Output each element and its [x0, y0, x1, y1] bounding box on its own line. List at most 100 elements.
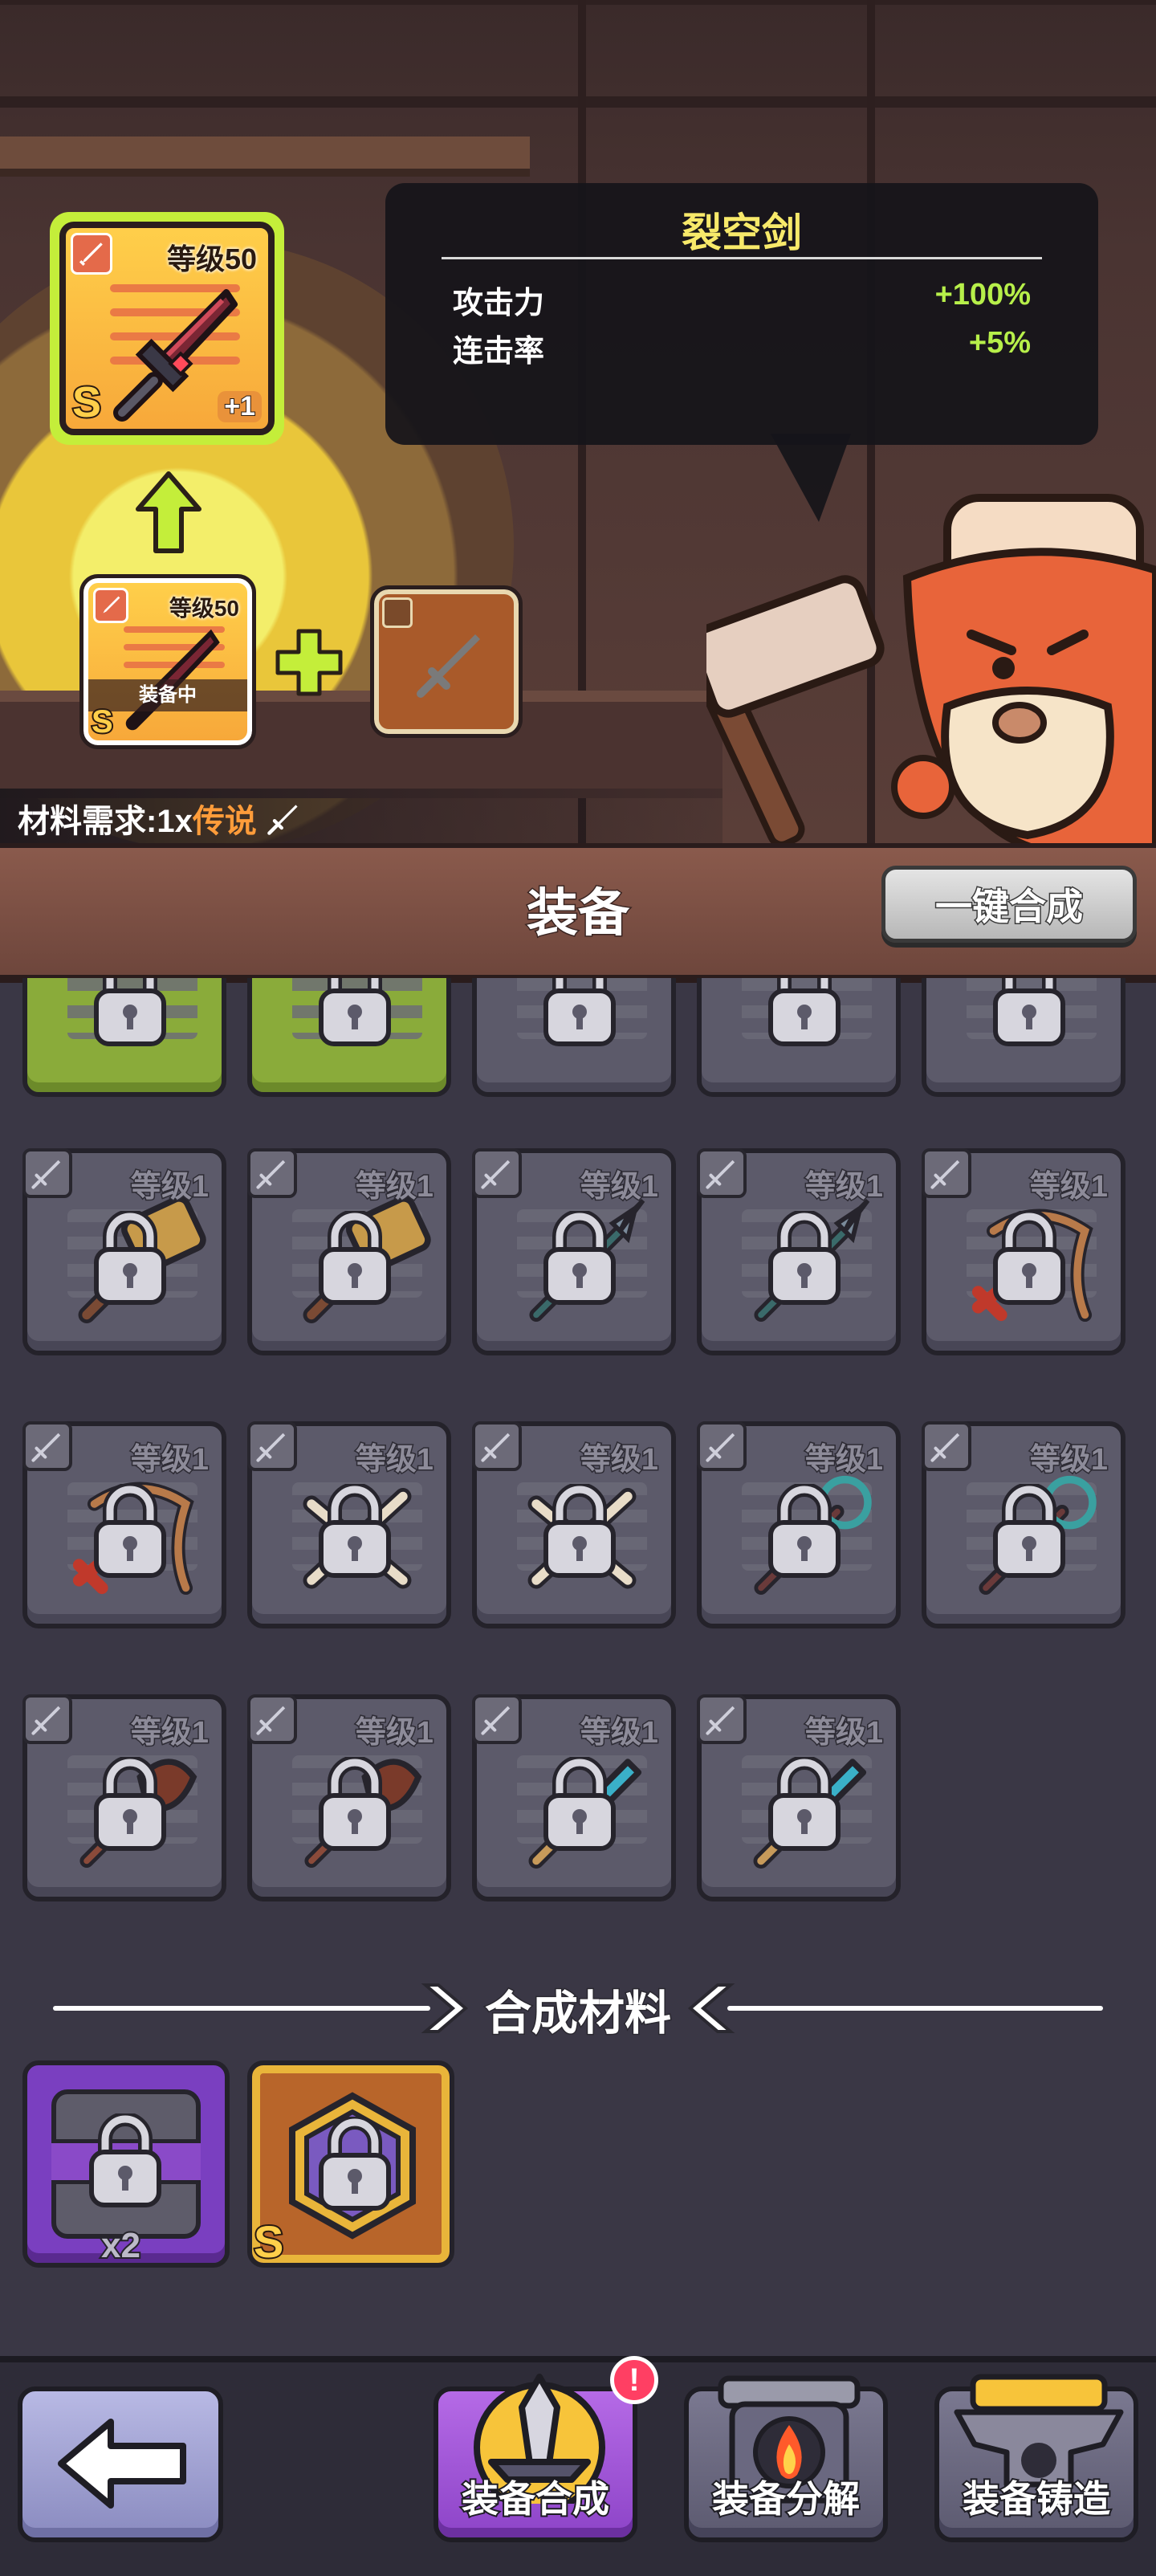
stat-row: 连击率 +5% [453, 326, 1031, 370]
lock-icon [543, 978, 616, 1046]
slot-level: 等级1 [129, 1715, 210, 1751]
lock-icon [94, 1211, 166, 1305]
item-tooltip: 裂空剑 攻击力 +100% 连击率 +5% [385, 183, 1098, 445]
stat-label: 攻击力 [453, 287, 545, 320]
weapon-type-icon [697, 1694, 747, 1744]
shelf [0, 137, 530, 177]
equipment-slot[interactable] [22, 978, 226, 1097]
lock-icon [94, 1484, 166, 1578]
slot-level: 等级1 [579, 1169, 659, 1205]
weapon-type-icon [697, 1421, 747, 1471]
equipment-slot[interactable]: 等级1 [247, 1148, 451, 1355]
result-item-frame[interactable]: 等级50 S +1 [50, 212, 284, 445]
slot-level: 等级1 [1028, 1442, 1109, 1478]
equipment-slot[interactable]: 等级1 [697, 1694, 901, 1901]
plus-icon [275, 629, 343, 696]
weapon-type-icon [697, 1148, 747, 1198]
lock-icon [319, 1211, 391, 1305]
equipment-slot[interactable]: 等级1 [472, 1421, 676, 1628]
lock-icon [993, 1211, 1065, 1305]
stat-value: +100% [934, 278, 1031, 312]
equipment-slot[interactable] [472, 978, 676, 1097]
equipment-slot[interactable]: 等级1 [472, 1694, 676, 1901]
source-rank: S [90, 703, 115, 741]
weapon-type-icon [22, 1421, 72, 1471]
equipment-slot[interactable] [697, 978, 901, 1097]
sword-icon [267, 805, 298, 835]
nav-equipment-merge[interactable]: 装备合成 [434, 2374, 637, 2542]
lock-icon [543, 1484, 616, 1578]
nav-equipment-dismantle[interactable]: 装备分解 [684, 2375, 888, 2542]
equipment-slot[interactable]: 等级1 [697, 1148, 901, 1355]
slot-level: 等级1 [804, 1169, 884, 1205]
back-button[interactable] [18, 2386, 223, 2542]
weapon-type-icon [22, 1694, 72, 1744]
lock-icon [543, 1211, 616, 1305]
source-item-card[interactable]: 等级50 装备中 S [79, 574, 256, 749]
result-rank: S [71, 377, 103, 428]
lock-icon [768, 1211, 841, 1305]
weapon-type-icon [247, 1421, 297, 1471]
equipment-slot[interactable]: 等级1 [472, 1148, 676, 1355]
weapon-type-icon [247, 1148, 297, 1198]
slot-level: 等级1 [579, 1442, 659, 1478]
lock-icon [319, 1757, 391, 1851]
weapon-type-icon [472, 1148, 522, 1198]
material-slot[interactable] [370, 585, 523, 738]
slot-level: 等级1 [579, 1715, 659, 1751]
equipment-slot[interactable]: 等级1 [922, 1421, 1125, 1628]
lock-icon [768, 1757, 841, 1851]
slot-level: 等级1 [354, 1169, 434, 1205]
stat-row: 攻击力 +100% [453, 278, 1031, 322]
nav-equipment-forge[interactable]: 装备铸造 [934, 2374, 1138, 2542]
slot-level: 等级1 [804, 1442, 884, 1478]
slot-level: 等级1 [129, 1169, 210, 1205]
lock-icon [319, 1484, 391, 1578]
material-req-prefix: 材料需求:1x [18, 804, 193, 839]
alert-badge: ! [610, 2356, 658, 2404]
weapon-type-icon [472, 1694, 522, 1744]
sword-placeholder-icon [417, 634, 480, 698]
nav-dismantle-label: 装备分解 [710, 2476, 861, 2521]
material-count: x2 [100, 2224, 142, 2267]
equipment-slot[interactable]: 等级1 [22, 1694, 226, 1901]
arrow-left-icon [58, 2419, 186, 2509]
slot-level: 等级1 [354, 1442, 434, 1478]
nav-merge-label: 装备合成 [460, 2476, 611, 2521]
blacksmith-character [706, 494, 1156, 851]
lock-icon [768, 978, 841, 1046]
arrow-up-icon [136, 471, 201, 553]
material-requirement: 材料需求:1x传说 [18, 795, 301, 842]
slot-level: 等级1 [354, 1715, 434, 1751]
stat-label: 连击率 [453, 335, 545, 369]
weapon-type-icon [472, 1421, 522, 1471]
weapon-type-icon [922, 1421, 971, 1471]
weapon-type-icon [922, 1148, 971, 1198]
equipment-slot[interactable]: 等级1 [22, 1148, 226, 1355]
crimson-sword-icon [125, 629, 220, 731]
equipment-slot[interactable] [247, 978, 451, 1097]
equipment-slot[interactable] [922, 978, 1125, 1097]
sword-type-icon [382, 597, 413, 628]
slot-level: 等级1 [804, 1715, 884, 1751]
material-item-gold[interactable]: S [247, 2060, 454, 2268]
lock-icon [993, 978, 1065, 1046]
weapon-type-icon [247, 1694, 297, 1744]
weapon-type-icon [22, 1148, 72, 1198]
material-item-purple[interactable]: x2 [22, 2060, 230, 2268]
item-name: 裂空剑 [682, 210, 802, 255]
slot-level: 等级1 [1028, 1169, 1109, 1205]
equipment-slot[interactable]: 等级1 [22, 1421, 226, 1628]
lock-icon [94, 978, 166, 1046]
lock-icon [993, 1484, 1065, 1578]
lock-icon [768, 1484, 841, 1578]
plus-badge: +1 [218, 390, 262, 422]
equipment-slot[interactable]: 等级1 [697, 1421, 901, 1628]
merge-all-button[interactable]: 一键合成 [881, 866, 1137, 943]
equipment-slot[interactable]: 等级1 [247, 1694, 451, 1901]
equipment-slot[interactable]: 等级1 [247, 1421, 451, 1628]
lock-icon [89, 2113, 161, 2207]
equipment-slot[interactable]: 等级1 [922, 1148, 1125, 1355]
section-title: 合成材料 [483, 1987, 672, 2041]
material-req-rarity: 传说 [192, 804, 257, 839]
